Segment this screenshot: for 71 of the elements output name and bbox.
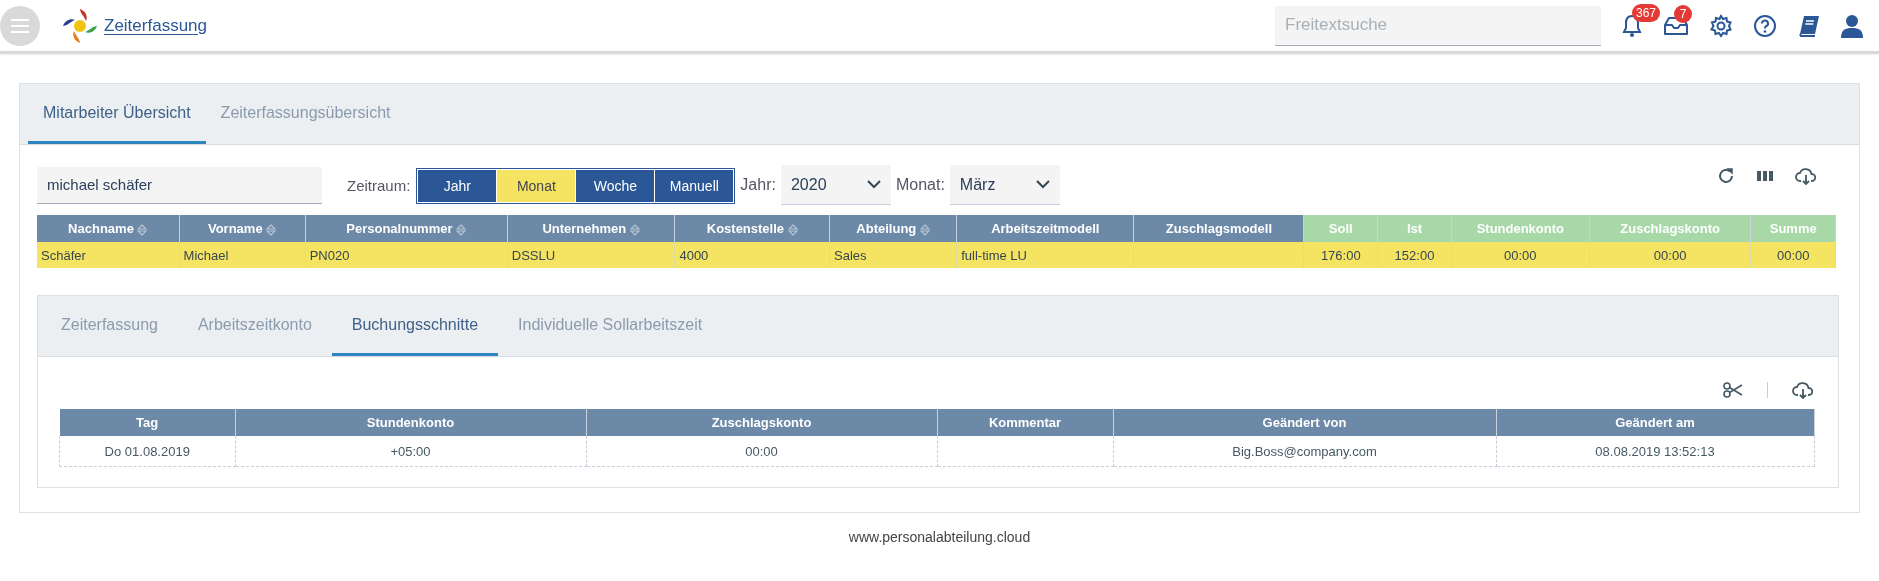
column-header[interactable]: Kostenstelle <box>674 215 830 242</box>
column-header: Zuschlagskonto <box>586 409 937 436</box>
month-dropdown[interactable]: März <box>949 165 1060 205</box>
month-label: Monat: <box>895 176 945 194</box>
table-cell: 00:00 <box>586 436 937 467</box>
column-header: Ist <box>1377 215 1452 242</box>
sort-icon <box>137 223 148 236</box>
table-cell: Sales <box>829 242 957 268</box>
column-header: Kommentar <box>937 409 1113 436</box>
table-cell: DSSLU <box>507 242 675 268</box>
chevron-down-icon <box>866 180 881 189</box>
table-cell: full-time LU <box>956 242 1134 268</box>
book-icon[interactable] <box>1797 13 1821 38</box>
sort-icon <box>266 223 277 236</box>
table-cell: 152:00 <box>1377 242 1452 268</box>
help-icon[interactable] <box>1753 13 1777 38</box>
table-cell: +05:00 <box>235 436 586 467</box>
column-header: Summe <box>1751 215 1836 242</box>
inbox-count: 7 <box>1674 4 1692 23</box>
search-field[interactable]: Freitextsuche <box>1275 5 1601 46</box>
column-header[interactable]: Personalnummer <box>305 215 508 242</box>
table-cell: Big.Boss@company.com <box>1113 436 1496 467</box>
column-header[interactable]: Vorname <box>179 215 306 242</box>
table-cell: 4000 <box>674 242 830 268</box>
column-header[interactable]: Nachname <box>37 215 180 242</box>
table-cell: 08.08.2019 13:52:13 <box>1496 436 1814 467</box>
table-cell: 176:00 <box>1303 242 1378 268</box>
app-title-link[interactable]: Zeiterfassung <box>104 15 207 36</box>
period-button[interactable]: Jahr <box>418 170 497 202</box>
columns-icon[interactable] <box>1757 169 1773 183</box>
period-button[interactable]: Woche <box>576 170 655 202</box>
column-header: Arbeitszeitmodell <box>956 215 1134 242</box>
settings-icon[interactable] <box>1709 13 1733 38</box>
column-header: Geändert von <box>1113 409 1496 436</box>
column-header: Soll <box>1303 215 1378 242</box>
refresh-icon[interactable] <box>1717 167 1735 185</box>
sort-icon <box>629 223 640 236</box>
column-header: Stundenkonto <box>235 409 586 436</box>
employee-search-field[interactable]: michael schäfer <box>37 166 322 204</box>
period-button[interactable]: Manuell <box>655 170 734 202</box>
year-dropdown[interactable]: 2020 <box>780 165 891 205</box>
sort-icon <box>787 223 798 236</box>
column-header[interactable]: Abteilung <box>829 215 957 242</box>
column-header: Tag <box>59 409 235 436</box>
chevron-down-icon <box>1035 180 1050 189</box>
menu-icon <box>11 18 29 33</box>
footer-link[interactable]: www.personalabteilung.cloud <box>848 529 1031 545</box>
year-label: Jahr: <box>740 176 776 194</box>
user-icon[interactable] <box>1841 13 1863 38</box>
table-cell: 00:00 <box>1751 242 1836 268</box>
table-cell: 00:00 <box>1589 242 1751 268</box>
table-cell: 00:00 <box>1451 242 1590 268</box>
column-header: Stundenkonto <box>1451 215 1590 242</box>
cloud-download-icon[interactable] <box>1792 381 1814 399</box>
cloud-download-icon[interactable] <box>1795 167 1817 185</box>
table-cell: PN020 <box>305 242 508 268</box>
table-cell: Michael <box>179 242 306 268</box>
column-header[interactable]: Unternehmen <box>507 215 675 242</box>
period-button[interactable]: Monat <box>497 170 576 202</box>
tab[interactable]: Buchungsschnitte <box>331 296 499 356</box>
sort-icon <box>456 223 467 236</box>
tab[interactable]: Mitarbeiter Übersicht <box>28 84 206 144</box>
sort-icon <box>919 223 930 236</box>
scissors-icon[interactable] <box>1723 382 1743 398</box>
column-header: Geändert am <box>1496 409 1814 436</box>
table-cell: Do 01.08.2019 <box>59 436 235 467</box>
column-header: Zuschlagsmodell <box>1133 215 1304 242</box>
column-header: Zuschlagskonto <box>1589 215 1751 242</box>
period-label: Zeitraum: <box>347 176 411 194</box>
notification-count: 367 <box>1632 3 1661 22</box>
table-cell: Schäfer <box>37 242 180 268</box>
